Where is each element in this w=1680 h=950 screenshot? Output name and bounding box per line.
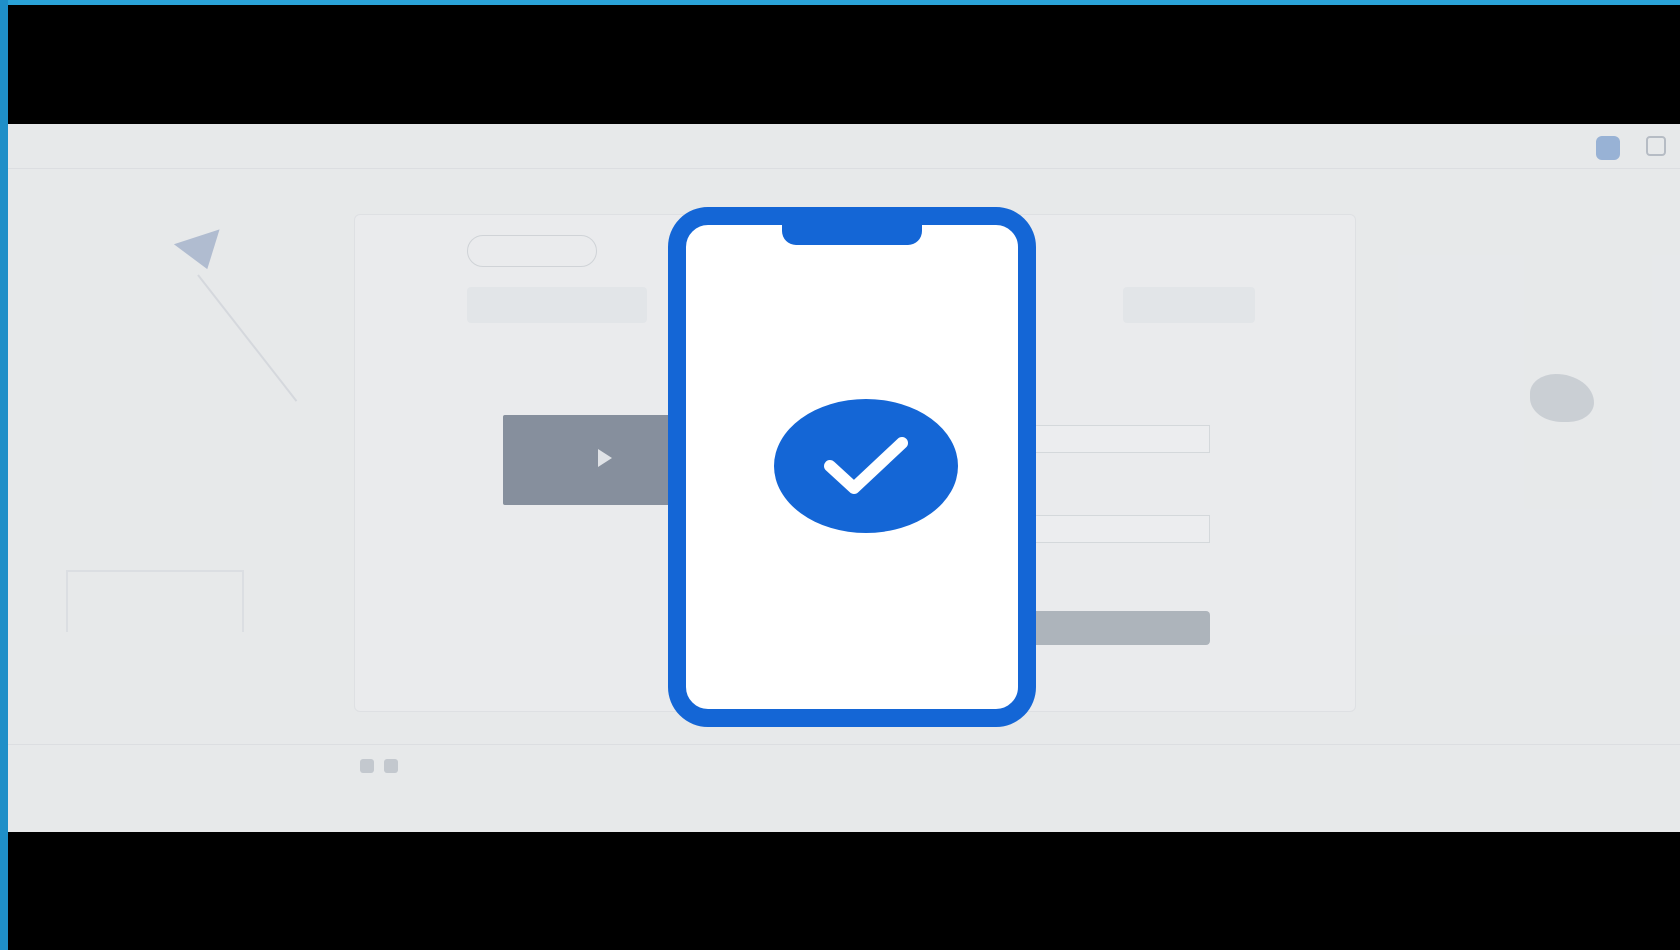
frame-top-border bbox=[0, 0, 1680, 5]
phone-notch bbox=[782, 221, 922, 245]
phone-success-illustration bbox=[668, 207, 1036, 727]
success-check-circle bbox=[774, 399, 958, 533]
frame-left-border bbox=[0, 0, 8, 950]
check-icon bbox=[824, 437, 908, 494]
